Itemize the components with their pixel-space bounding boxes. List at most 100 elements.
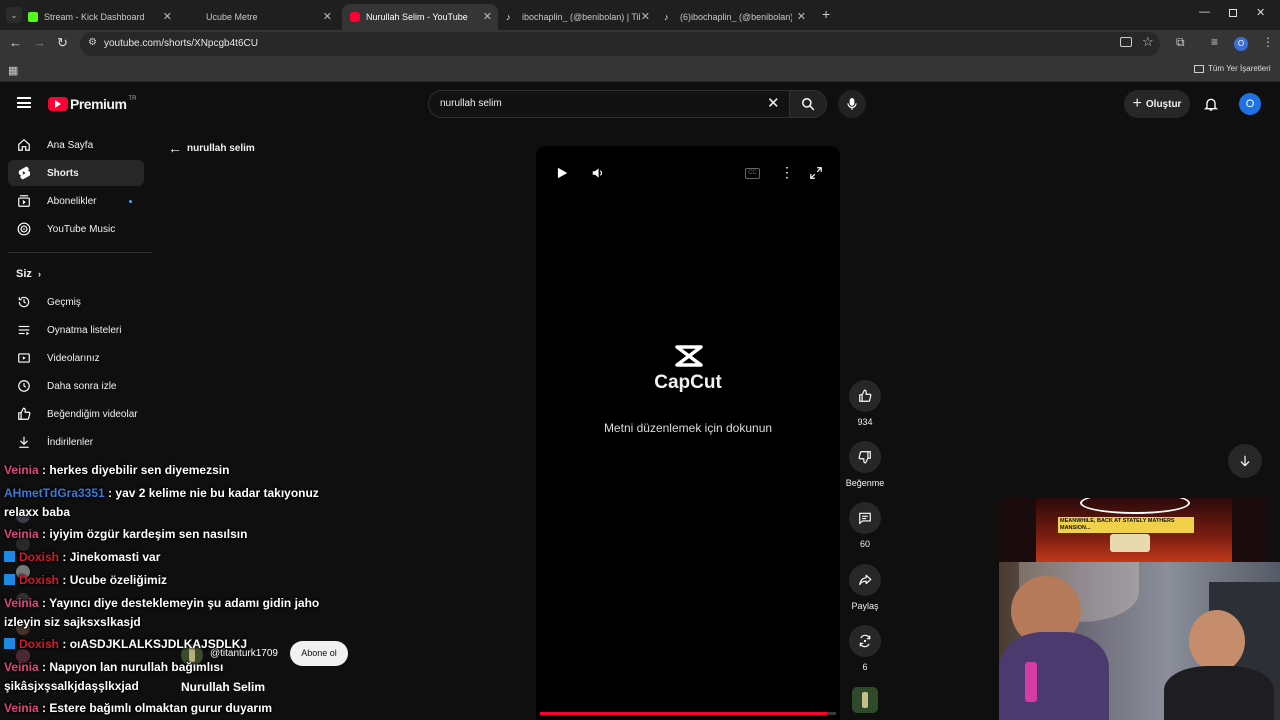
youtube-logo[interactable]: Premium TR [48,96,136,112]
close-tab-icon[interactable]: ✕ [641,10,650,23]
home-icon [16,137,32,153]
install-app-icon[interactable] [1120,37,1132,47]
captions-icon[interactable]: CC [745,168,760,179]
like-button[interactable] [849,380,881,412]
chat-username[interactable]: Veinia [4,596,39,610]
extensions-icon[interactable]: ⧉ [1176,35,1185,50]
back-to-search[interactable]: ← nurullah selim [168,140,255,156]
tab-label: Ucube Metre [206,12,258,22]
all-bookmarks[interactable]: Tüm Yer İşaretleri [1194,64,1271,73]
sidebar-item-playlists[interactable]: Oynatma listeleri [8,317,144,343]
kick-badge-icon [4,551,15,562]
sidebar-item-subscriptions[interactable]: Abonelikler [8,188,144,214]
close-window-button[interactable]: ✕ [1256,6,1265,19]
chat-text: iyiyim özgür kardeşim sen nasılsın [49,527,248,541]
chat-username[interactable]: Doxish [19,573,59,587]
bookmarks-bar: ▦ Tüm Yer İşaretleri [0,58,1280,82]
clear-search-icon[interactable]: ✕ [767,94,780,112]
sidebar-item-your-videos[interactable]: Videolarınız [8,345,144,371]
sidebar-item-watch-later[interactable]: Daha sonra izle [8,373,144,399]
sidebar-item-downloads[interactable]: İndirilenler [8,429,144,455]
shorts-player[interactable]: CC ⋮ CapCut Metni düzenlemek için dokunu… [536,146,840,720]
sidebar-item-shorts[interactable]: Shorts [8,160,144,186]
share-button[interactable] [849,564,881,596]
volume-icon[interactable] [591,166,605,180]
dislike-button[interactable] [849,441,881,473]
tab-tiktok-2[interactable]: ♪ (6)ibochaplin_ (@benibolan) | T ✕ [664,4,812,30]
region-code: TR [128,96,137,102]
sidebar-you-header[interactable]: Siz › [16,268,41,280]
chat-username[interactable]: Veinia [4,660,39,674]
close-tab-icon[interactable]: ✕ [323,10,332,23]
site-info-icon[interactable]: ⚙ [88,37,97,48]
sidebar-item-label: İndirilenler [47,436,94,448]
tab-youtube[interactable]: Nurullah Selim - YouTube ✕ [342,4,498,30]
search-box[interactable]: nurullah selim ✕ [428,90,790,118]
tab-tiktok-1[interactable]: ♪ ibochaplin_ (@benibolan) | Tik ✕ [506,4,656,30]
minimize-button[interactable]: — [1199,6,1210,18]
new-tab-button[interactable]: + [822,6,830,22]
chat-username[interactable]: AHmetTdGra3351 [4,486,105,500]
create-button[interactable]: + Oluştur [1124,90,1190,118]
sound-thumbnail[interactable] [852,687,878,713]
tab-search-icon[interactable]: ⌄ [6,7,22,23]
sidebar-item-home[interactable]: Ana Sayfa [8,132,144,158]
progress-bar-track[interactable] [540,712,836,715]
chat-separator: : [104,486,116,500]
voice-search-button[interactable] [838,90,866,118]
chat-text: Yayıncı diye desteklemeyin şu adamı gidi… [49,596,320,610]
notifications-bell-icon[interactable] [1203,96,1219,112]
tiktok-icon: ♪ [664,12,669,22]
sidebar-item-history[interactable]: Geçmiş [8,289,144,315]
chat-text: şikâsjxşsalkjdaşşlkxjad [4,679,139,693]
search-button[interactable] [789,90,827,118]
chat-text: Napıyon lan nurullah bağımlısı [49,660,224,674]
account-avatar[interactable]: O [1239,93,1261,115]
apps-icon[interactable]: ▦ [8,64,18,77]
forward-icon[interactable]: → [33,35,46,50]
chat-username[interactable]: Doxish [19,550,59,564]
close-tab-icon[interactable]: ✕ [483,10,492,23]
sidebar-item-liked-videos[interactable]: Beğendiğim videolar [8,401,144,427]
shorts-icon [16,165,32,181]
remix-button[interactable] [849,625,881,657]
chat-username[interactable]: Veinia [4,527,39,541]
close-tab-icon[interactable]: ✕ [163,10,172,23]
sidebar-item-music[interactable]: YouTube Music [8,216,144,242]
tab-kick[interactable]: Stream - Kick Dashboard ✕ [28,4,178,30]
menu-icon[interactable]: ⋮ [1262,35,1274,49]
url-text: youtube.com/shorts/XNpcgb4t6CU [104,38,258,49]
youtube-header: Premium TR nurullah selim ✕ + Oluştur O [0,84,1280,124]
play-icon[interactable] [555,166,569,180]
subscribe-button[interactable]: Abone ol [290,641,348,666]
restore-button[interactable] [1229,9,1237,17]
bookmark-star-icon[interactable]: ☆ [1142,34,1154,50]
sidebar-divider [8,252,152,253]
back-icon[interactable]: ← [9,35,22,50]
sidebar-item-label: YouTube Music [47,223,116,235]
chat-username[interactable]: Veinia [4,701,39,715]
webcam-person-right-body [1164,666,1274,720]
address-bar[interactable]: ⚙ youtube.com/shorts/XNpcgb4t6CU [80,32,1160,56]
chat-username[interactable]: Veinia [4,463,39,477]
more-options-icon[interactable]: ⋮ [780,164,794,181]
next-short-button[interactable] [1228,444,1262,478]
video-title[interactable]: Nurullah Selim [181,680,265,694]
like-icon [16,406,32,422]
chat-username[interactable]: Doxish [19,637,59,651]
hamburger-menu-icon[interactable] [17,97,31,108]
comments-button[interactable] [849,502,881,534]
close-tab-icon[interactable]: ✕ [797,10,806,23]
reload-icon[interactable]: ↻ [57,35,68,51]
tab-ucube[interactable]: Ucube Metre ✕ [190,4,338,30]
fullscreen-icon[interactable] [809,166,823,180]
chat-separator: : [59,550,70,564]
chat-message: izleyin siz sajksxslkasjd [4,615,141,629]
kick-badge-icon [4,638,15,649]
reading-list-icon[interactable]: ≡ [1211,35,1218,49]
profile-avatar[interactable]: O [1234,37,1248,51]
search-input[interactable]: nurullah selim [440,98,502,109]
tiktok-icon: ♪ [506,12,511,22]
comic-table [1110,534,1150,552]
microphone-icon [847,98,857,110]
